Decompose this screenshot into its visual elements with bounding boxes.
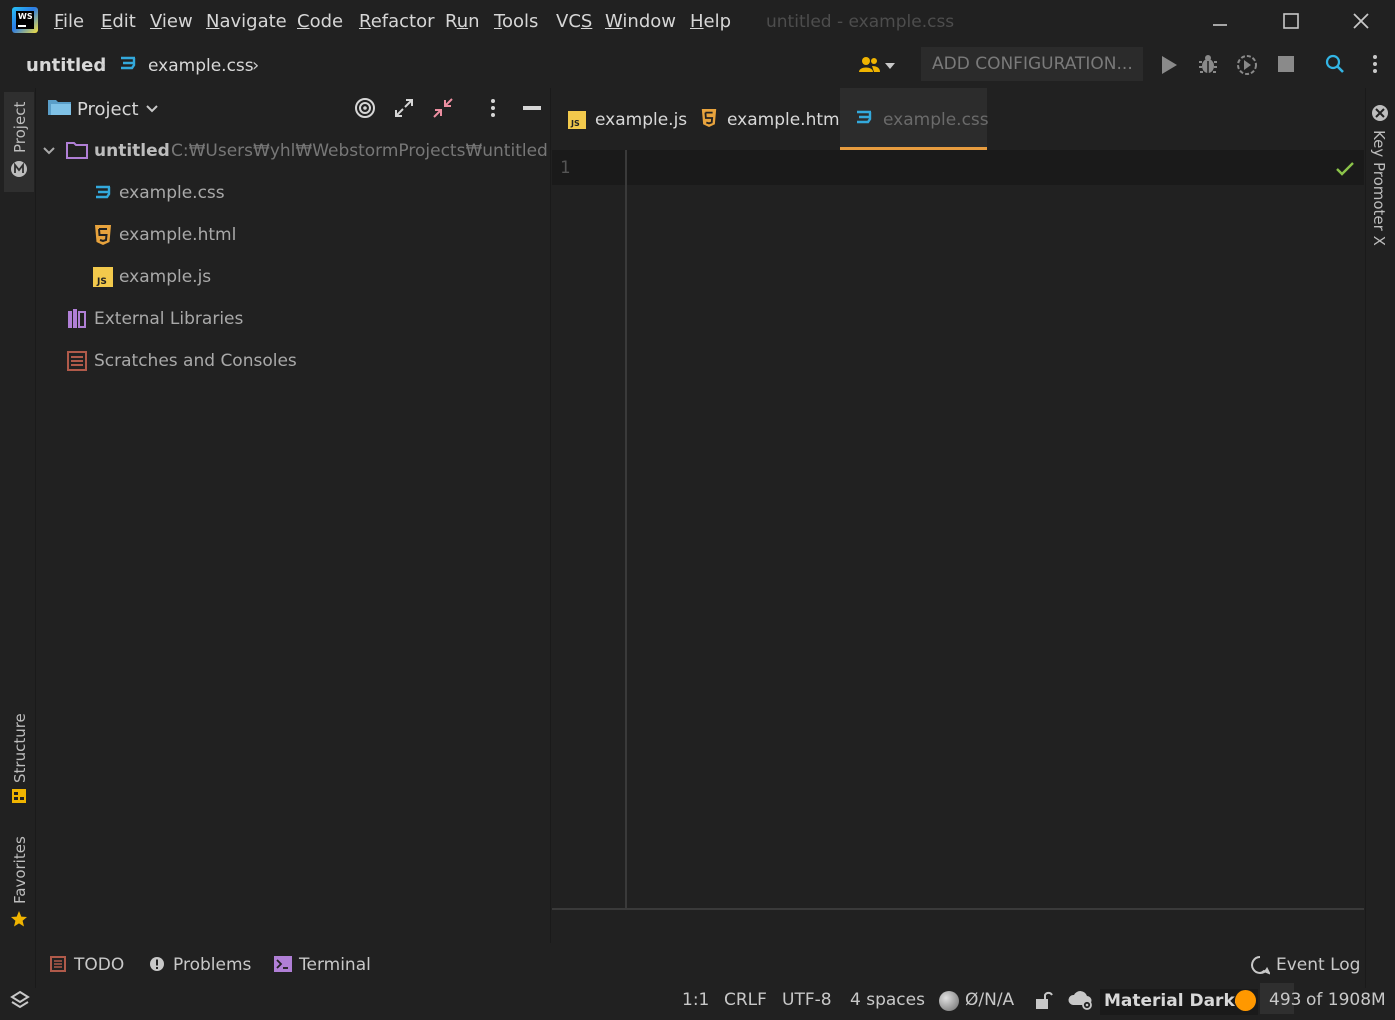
menu-tools[interactable]: Tools bbox=[494, 11, 538, 32]
menu-run[interactable]: Run bbox=[445, 11, 480, 32]
minimize-icon bbox=[1213, 24, 1227, 26]
css-file-icon bbox=[857, 110, 872, 124]
tab-label: example.css bbox=[883, 110, 989, 130]
star-icon bbox=[11, 911, 27, 927]
css-file-icon bbox=[121, 56, 136, 70]
chevron-down-icon[interactable] bbox=[145, 103, 159, 115]
tree-scratches[interactable]: Scratches and Consoles bbox=[94, 351, 297, 371]
gutter-separator bbox=[625, 150, 627, 910]
maximize-icon bbox=[1283, 13, 1299, 29]
close-icon bbox=[1353, 13, 1369, 29]
tree-root-name[interactable]: untitled bbox=[94, 141, 170, 161]
js-file-icon: JS bbox=[93, 267, 113, 287]
caret-position[interactable]: 1:1 bbox=[682, 990, 709, 1010]
scratches-icon bbox=[67, 351, 87, 371]
menu-navigate[interactable]: Navigate bbox=[206, 11, 287, 32]
tool-windows-layers-icon[interactable] bbox=[10, 990, 30, 1012]
vtab-favorites-label[interactable]: Favorites bbox=[11, 836, 29, 904]
code-editor[interactable] bbox=[552, 150, 1364, 910]
project-panel bbox=[37, 88, 551, 943]
collapse-all-icon[interactable] bbox=[432, 97, 454, 119]
tree-expand-chevron-icon[interactable] bbox=[42, 144, 56, 158]
maximize-button[interactable] bbox=[1271, 6, 1311, 36]
theme-accent-dot-icon bbox=[1235, 990, 1256, 1011]
vtab-project-label[interactable]: Project bbox=[11, 102, 29, 153]
line-separator[interactable]: CRLF bbox=[724, 990, 767, 1010]
problems-tool-button[interactable]: Problems bbox=[173, 955, 251, 975]
theme-settings-icon[interactable] bbox=[1068, 989, 1094, 1011]
no-problems-check-icon[interactable] bbox=[1335, 160, 1355, 178]
tree-file-js[interactable]: example.js bbox=[119, 267, 211, 287]
menu-help[interactable]: Help bbox=[690, 11, 731, 32]
memory-used[interactable]: 493 bbox=[1269, 990, 1301, 1010]
tree-file-html[interactable]: example.html bbox=[119, 225, 236, 245]
locate-file-icon[interactable] bbox=[354, 97, 376, 119]
problems-icon bbox=[150, 957, 164, 971]
svg-text:JS: JS bbox=[570, 119, 580, 128]
stop-icon[interactable] bbox=[1278, 56, 1294, 72]
todo-tool-button[interactable]: TODO bbox=[74, 955, 124, 975]
vtab-structure-label[interactable]: Structure bbox=[11, 713, 29, 783]
add-configuration-button[interactable]: ADD CONFIGURATION... bbox=[921, 47, 1143, 81]
tree-file-css[interactable]: example.css bbox=[119, 183, 225, 203]
tab-example-js[interactable]: JS example.js bbox=[560, 88, 690, 150]
menu-refactor[interactable]: Refactor bbox=[359, 11, 435, 32]
terminal-tool-button[interactable]: Terminal bbox=[299, 955, 371, 975]
search-icon[interactable] bbox=[1325, 54, 1345, 74]
folder-icon bbox=[66, 142, 88, 159]
debug-icon[interactable] bbox=[1198, 53, 1218, 75]
html-file-icon bbox=[95, 225, 111, 245]
menu-view[interactable]: View bbox=[150, 11, 193, 32]
breadcrumb-project[interactable]: untitled bbox=[26, 55, 106, 76]
tab-example-css-active[interactable]: example.css bbox=[840, 88, 989, 150]
menu-code[interactable]: Code bbox=[297, 11, 343, 32]
project-view-title[interactable]: Project bbox=[77, 99, 139, 120]
vcs-status-icon bbox=[939, 991, 959, 1011]
vcs-widget[interactable]: Ø/N/A bbox=[965, 990, 1014, 1010]
breadcrumb-chevron-icon: › bbox=[99, 55, 107, 76]
terminal-icon bbox=[274, 956, 292, 972]
expand-all-icon[interactable] bbox=[393, 97, 415, 119]
unlock-icon[interactable] bbox=[1035, 990, 1053, 1010]
project-folder-icon bbox=[48, 100, 71, 115]
memory-total[interactable]: of 1908M bbox=[1306, 990, 1386, 1010]
minimize-button[interactable] bbox=[1200, 6, 1240, 36]
webstorm-logo-icon[interactable]: WS bbox=[12, 7, 38, 33]
event-log-icon bbox=[1251, 956, 1270, 975]
css-file-icon bbox=[96, 185, 111, 199]
current-line-highlight bbox=[552, 150, 1364, 185]
file-encoding[interactable]: UTF-8 bbox=[782, 990, 832, 1010]
key-promoter-icon bbox=[1372, 105, 1388, 121]
hide-panel-icon[interactable] bbox=[522, 104, 542, 112]
window-title: untitled - example.css bbox=[766, 12, 955, 32]
profile-icon[interactable] bbox=[1236, 54, 1258, 76]
line-number: 1 bbox=[560, 158, 571, 178]
tab-label: example.html bbox=[727, 110, 845, 130]
run-icon[interactable] bbox=[1160, 55, 1178, 75]
breadcrumb-file[interactable]: example.css bbox=[148, 56, 254, 76]
close-button[interactable] bbox=[1341, 6, 1381, 36]
tree-external-libraries[interactable]: External Libraries bbox=[94, 309, 243, 329]
menu-file[interactable]: File bbox=[54, 11, 84, 32]
menu-edit[interactable]: Edit bbox=[101, 11, 136, 32]
todo-icon bbox=[50, 956, 66, 972]
code-with-me-icon[interactable] bbox=[858, 55, 898, 75]
js-file-icon: JS bbox=[568, 111, 586, 129]
external-libraries-icon bbox=[68, 309, 86, 328]
breadcrumb-chevron-icon: › bbox=[252, 55, 260, 76]
panel-options-icon[interactable] bbox=[486, 98, 500, 118]
tab-example-html[interactable]: example.html bbox=[692, 88, 844, 150]
event-log-tool-button[interactable]: Event Log bbox=[1276, 955, 1360, 975]
tree-root-path: C:₩Users₩yhl₩WebstormProjects₩untitled bbox=[171, 141, 548, 161]
indent-setting[interactable]: 4 spaces bbox=[850, 990, 925, 1010]
structure-icon bbox=[12, 789, 26, 803]
menu-window[interactable]: Window bbox=[605, 11, 676, 32]
vtab-key-promoter-label[interactable]: Key Promoter X bbox=[1370, 130, 1388, 246]
tab-label: example.js bbox=[595, 110, 688, 130]
project-tool-icon bbox=[11, 161, 27, 177]
svg-text:JS: JS bbox=[96, 277, 107, 287]
html-file-icon bbox=[701, 109, 717, 127]
menu-vcs[interactable]: VCS bbox=[556, 11, 592, 32]
more-options-icon[interactable] bbox=[1367, 54, 1383, 74]
